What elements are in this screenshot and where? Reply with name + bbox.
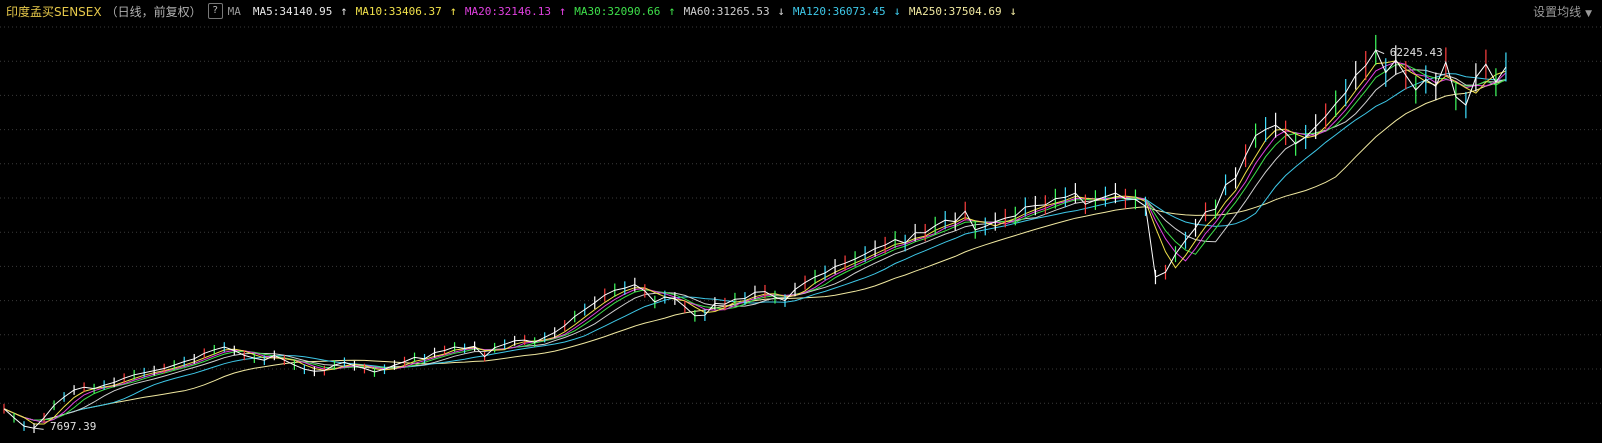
ma-line xyxy=(3,61,1507,423)
ma-line xyxy=(3,73,1506,421)
ma-line xyxy=(3,64,1507,421)
max-value-label: 62245.43 xyxy=(1390,46,1443,59)
min-value-label-pointer xyxy=(33,427,44,430)
chart-annotations: 62245.43 7697.39 xyxy=(33,46,1443,433)
ma-line xyxy=(3,69,1507,421)
price-chart: 62245.43 7697.39 xyxy=(0,26,1602,434)
moving-average-lines xyxy=(3,60,1507,425)
price-line xyxy=(3,48,1507,429)
ma-line xyxy=(3,60,1507,425)
price-series xyxy=(3,34,1507,434)
min-value-label: 7697.39 xyxy=(50,420,96,433)
